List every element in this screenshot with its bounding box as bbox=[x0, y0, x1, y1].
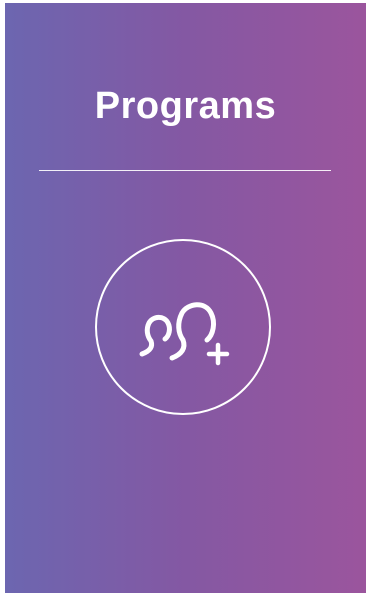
card-title: Programs bbox=[94, 85, 277, 127]
title-divider bbox=[39, 170, 331, 171]
add-users-button[interactable] bbox=[95, 239, 271, 415]
programs-card[interactable]: Programs bbox=[5, 3, 366, 593]
add-users-icon bbox=[139, 302, 230, 366]
